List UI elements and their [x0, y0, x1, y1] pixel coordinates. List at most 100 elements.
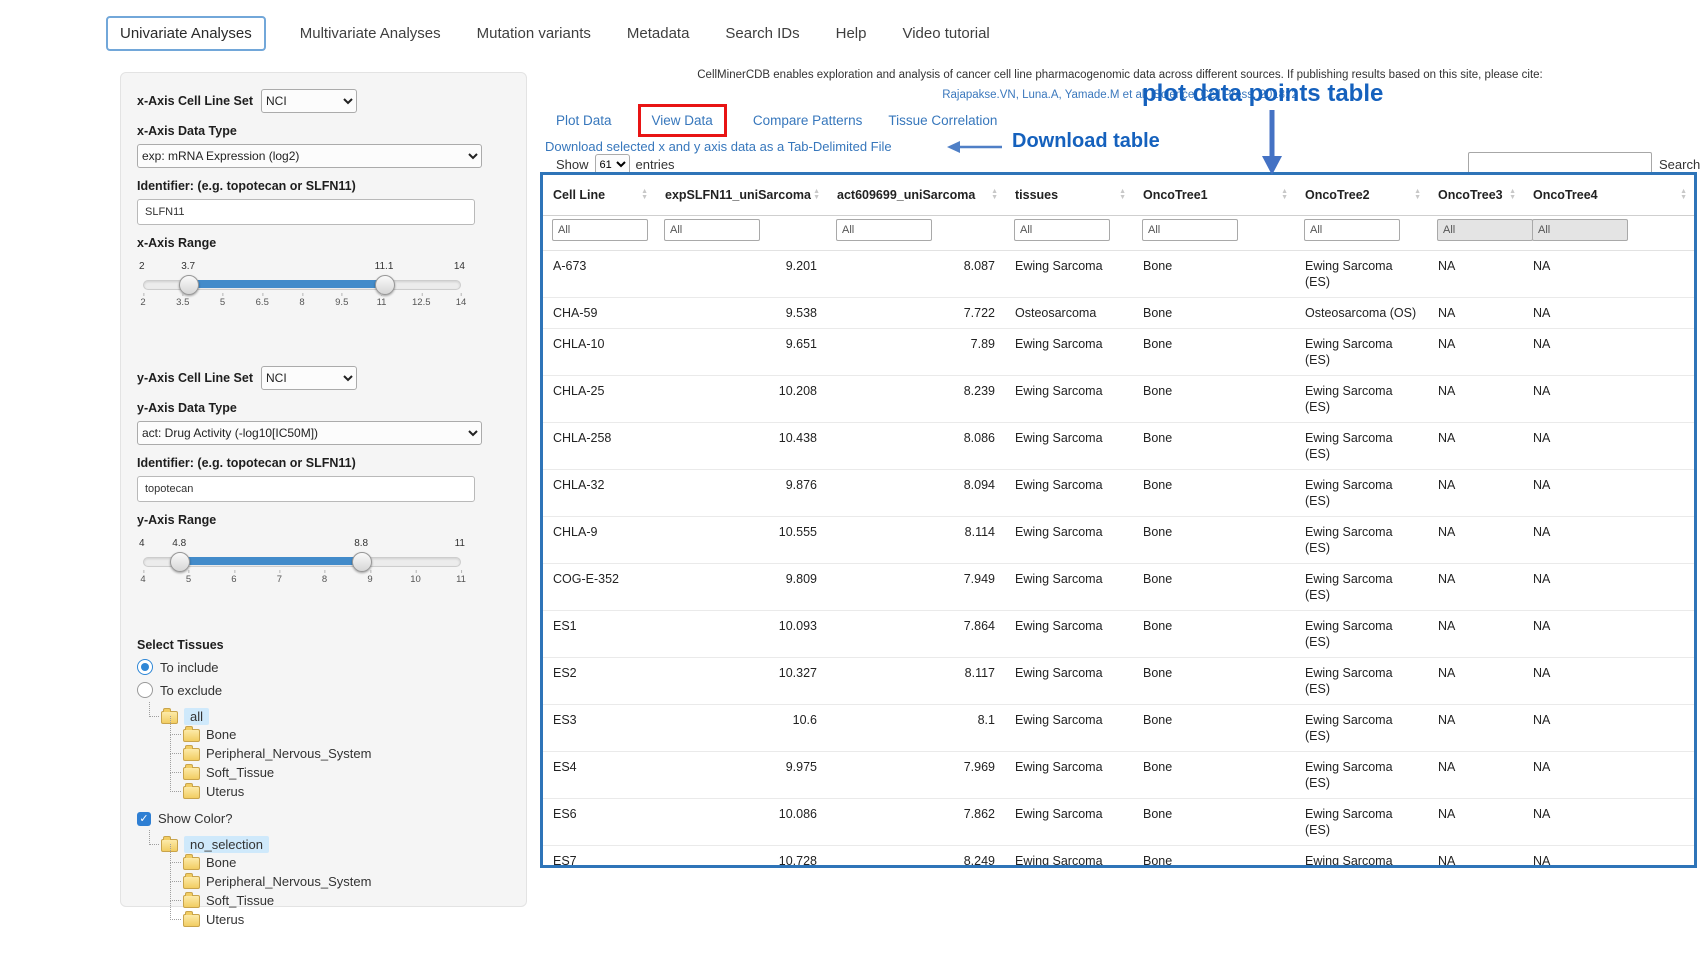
radio-to-include[interactable]: To include — [137, 659, 510, 675]
cell-oncotree1: Bone — [1133, 705, 1295, 752]
y-axis-range-label: y-Axis Range — [137, 513, 510, 527]
tree-item-bone[interactable]: Bone — [167, 853, 510, 872]
cell-act609699-unisarcoma: 7.949 — [827, 564, 1005, 611]
radio-checked-icon[interactable] — [137, 659, 153, 675]
sort-icon[interactable]: ▲▼ — [1119, 189, 1126, 201]
nav-tab-univariate-analyses[interactable]: Univariate Analyses — [106, 16, 266, 51]
x-axis-data-type-select[interactable]: exp: mRNA Expression (log2) — [137, 144, 482, 168]
select-tissues-label: Select Tissues — [137, 638, 510, 652]
citation-reference-link[interactable]: Rajapakse.VN, Luna.A, Yamade.M et al. iS… — [545, 86, 1695, 106]
radio-unchecked-icon[interactable] — [137, 682, 153, 698]
sort-icon[interactable]: ▲▼ — [1680, 189, 1687, 201]
table-row[interactable]: ES610.0867.862Ewing SarcomaBoneEwing Sar… — [543, 799, 1694, 846]
y-axis-cell-line-set-select[interactable]: NCI — [261, 366, 357, 390]
column-header-act609699-unisarcoma[interactable]: act609699_uniSarcoma ▲▼ — [827, 175, 1005, 216]
column-header-oncotree2[interactable]: OncoTree2▲▼ — [1295, 175, 1428, 216]
x-axis-identifier-input[interactable] — [137, 199, 475, 225]
download-link[interactable]: Download selected x and y axis data as a… — [545, 139, 892, 154]
sort-icon[interactable]: ▲▼ — [813, 189, 820, 201]
tree-item-peripheral-nervous-system[interactable]: Peripheral_Nervous_System — [167, 744, 510, 763]
cell-oncotree1: Bone — [1133, 752, 1295, 799]
tree-root-label: no_selection — [184, 836, 269, 853]
column-filter-act609699-unisarcoma[interactable] — [836, 219, 932, 241]
x-axis-range-slider[interactable]: 3.711.121423.556.589.51112.514 — [143, 280, 461, 290]
radio-to-exclude[interactable]: To exclude — [137, 682, 510, 698]
nav-tab-metadata[interactable]: Metadata — [625, 17, 692, 50]
cell-oncotree4: NA — [1523, 752, 1694, 799]
checkbox-checked-icon[interactable]: ✓ — [137, 812, 151, 826]
tab-compare-patterns[interactable]: Compare Patterns — [753, 113, 863, 128]
column-header-cell-line[interactable]: Cell Line▲▼ — [543, 175, 655, 216]
column-header-oncotree1[interactable]: OncoTree1▲▼ — [1133, 175, 1295, 216]
tree-item-uterus[interactable]: Uterus — [167, 782, 510, 801]
table-row[interactable]: COG-E-3529.8097.949Ewing SarcomaBoneEwin… — [543, 564, 1694, 611]
x-axis-cell-line-set-select[interactable]: NCI — [261, 89, 357, 113]
tree-item-uterus[interactable]: Uterus — [167, 910, 510, 929]
data-table: Cell Line▲▼expSLFN11_uniSarcoma▲▼act6096… — [543, 175, 1694, 868]
cell-tissues: Ewing Sarcoma — [1005, 517, 1133, 564]
column-filter-oncotree2[interactable] — [1304, 219, 1400, 241]
table-row[interactable]: CHLA-329.8768.094Ewing SarcomaBoneEwing … — [543, 470, 1694, 517]
table-row[interactable]: CHA-599.5387.722OsteosarcomaBoneOsteosar… — [543, 298, 1694, 329]
cell-expslfn11-unisarcoma: 9.651 — [655, 329, 827, 376]
table-row[interactable]: CHLA-25810.4388.086Ewing SarcomaBoneEwin… — [543, 423, 1694, 470]
sort-icon[interactable]: ▲▼ — [641, 189, 648, 201]
tree-root-all[interactable]: all — [145, 708, 510, 725]
table-row[interactable]: ES110.0937.864Ewing SarcomaBoneEwing Sar… — [543, 611, 1694, 658]
column-filter-tissues[interactable] — [1014, 219, 1110, 241]
nav-tab-multivariate-analyses[interactable]: Multivariate Analyses — [298, 17, 443, 50]
slider-tick: 7 — [277, 574, 282, 585]
nav-tab-video-tutorial[interactable]: Video tutorial — [900, 17, 991, 50]
range-handle-low[interactable] — [179, 275, 199, 295]
radio-to-include-label: To include — [160, 660, 219, 675]
table-row[interactable]: A-6739.2018.087Ewing SarcomaBoneEwing Sa… — [543, 251, 1694, 298]
table-row[interactable]: CHLA-910.5558.114Ewing SarcomaBoneEwing … — [543, 517, 1694, 564]
column-header-oncotree3[interactable]: OncoTree3▲▼ — [1428, 175, 1523, 216]
tab-plot-data[interactable]: Plot Data — [556, 113, 612, 128]
y-axis-range-slider[interactable]: 4.88.84114567891011 — [143, 557, 461, 567]
slider-tick: 4 — [140, 574, 145, 585]
cell-tissues: Ewing Sarcoma — [1005, 705, 1133, 752]
table-row[interactable]: CHLA-109.6517.89Ewing SarcomaBoneEwing S… — [543, 329, 1694, 376]
column-header-tissues[interactable]: tissues▲▼ — [1005, 175, 1133, 216]
range-handle-low[interactable] — [170, 552, 190, 572]
range-max-label: 11 — [455, 538, 465, 549]
tree-item-soft-tissue[interactable]: Soft_Tissue — [167, 763, 510, 782]
cell-oncotree1: Bone — [1133, 517, 1295, 564]
table-row[interactable]: CHLA-2510.2088.239Ewing SarcomaBoneEwing… — [543, 376, 1694, 423]
sort-icon[interactable]: ▲▼ — [991, 189, 998, 201]
sort-icon[interactable]: ▲▼ — [1281, 189, 1288, 201]
slider-tick: 5 — [220, 297, 225, 308]
cell-expslfn11-unisarcoma: 9.876 — [655, 470, 827, 517]
tree-root-no-selection[interactable]: no_selection — [145, 836, 510, 853]
column-filter-cell-line[interactable] — [552, 219, 648, 241]
nav-tab-mutation-variants[interactable]: Mutation variants — [475, 17, 593, 50]
column-header-oncotree4[interactable]: OncoTree4▲▼ — [1523, 175, 1694, 216]
y-axis-cell-line-set-label: y-Axis Cell Line Set — [137, 371, 253, 385]
column-filter-oncotree1[interactable] — [1142, 219, 1238, 241]
nav-tab-search-ids[interactable]: Search IDs — [723, 17, 801, 50]
tree-item-soft-tissue[interactable]: Soft_Tissue — [167, 891, 510, 910]
table-row[interactable]: ES49.9757.969Ewing SarcomaBoneEwing Sarc… — [543, 752, 1694, 799]
table-row[interactable]: ES710.7288.249Ewing SarcomaBoneEwing Sar… — [543, 846, 1694, 869]
range-handle-high[interactable] — [352, 552, 372, 572]
cell-oncotree2: Ewing Sarcoma (ES) — [1295, 329, 1428, 376]
tab-view-data[interactable]: View Data — [638, 104, 727, 137]
y-axis-identifier-input[interactable] — [137, 476, 475, 502]
column-header-label: act609699_uniSarcoma — [837, 188, 975, 202]
y-axis-data-type-select[interactable]: act: Drug Activity (-log10[IC50M]) — [137, 421, 482, 445]
tree-item-bone[interactable]: Bone — [167, 725, 510, 744]
table-row[interactable]: ES210.3278.117Ewing SarcomaBoneEwing Sar… — [543, 658, 1694, 705]
nav-tab-help[interactable]: Help — [834, 17, 869, 50]
tree-item-peripheral-nervous-system[interactable]: Peripheral_Nervous_System — [167, 872, 510, 891]
column-filter-oncotree4[interactable] — [1532, 219, 1628, 241]
column-header-expslfn11-unisarcoma[interactable]: expSLFN11_uniSarcoma▲▼ — [655, 175, 827, 216]
sort-icon[interactable]: ▲▼ — [1509, 189, 1516, 201]
table-row[interactable]: ES310.68.1Ewing SarcomaBoneEwing Sarcoma… — [543, 705, 1694, 752]
sort-icon[interactable]: ▲▼ — [1414, 189, 1421, 201]
range-handle-high[interactable] — [375, 275, 395, 295]
tab-tissue-correlation[interactable]: Tissue Correlation — [888, 113, 997, 128]
column-filter-expslfn11-unisarcoma[interactable] — [664, 219, 760, 241]
show-color-checkbox-row[interactable]: ✓ Show Color? — [137, 811, 510, 826]
column-filter-oncotree3[interactable] — [1437, 219, 1533, 241]
